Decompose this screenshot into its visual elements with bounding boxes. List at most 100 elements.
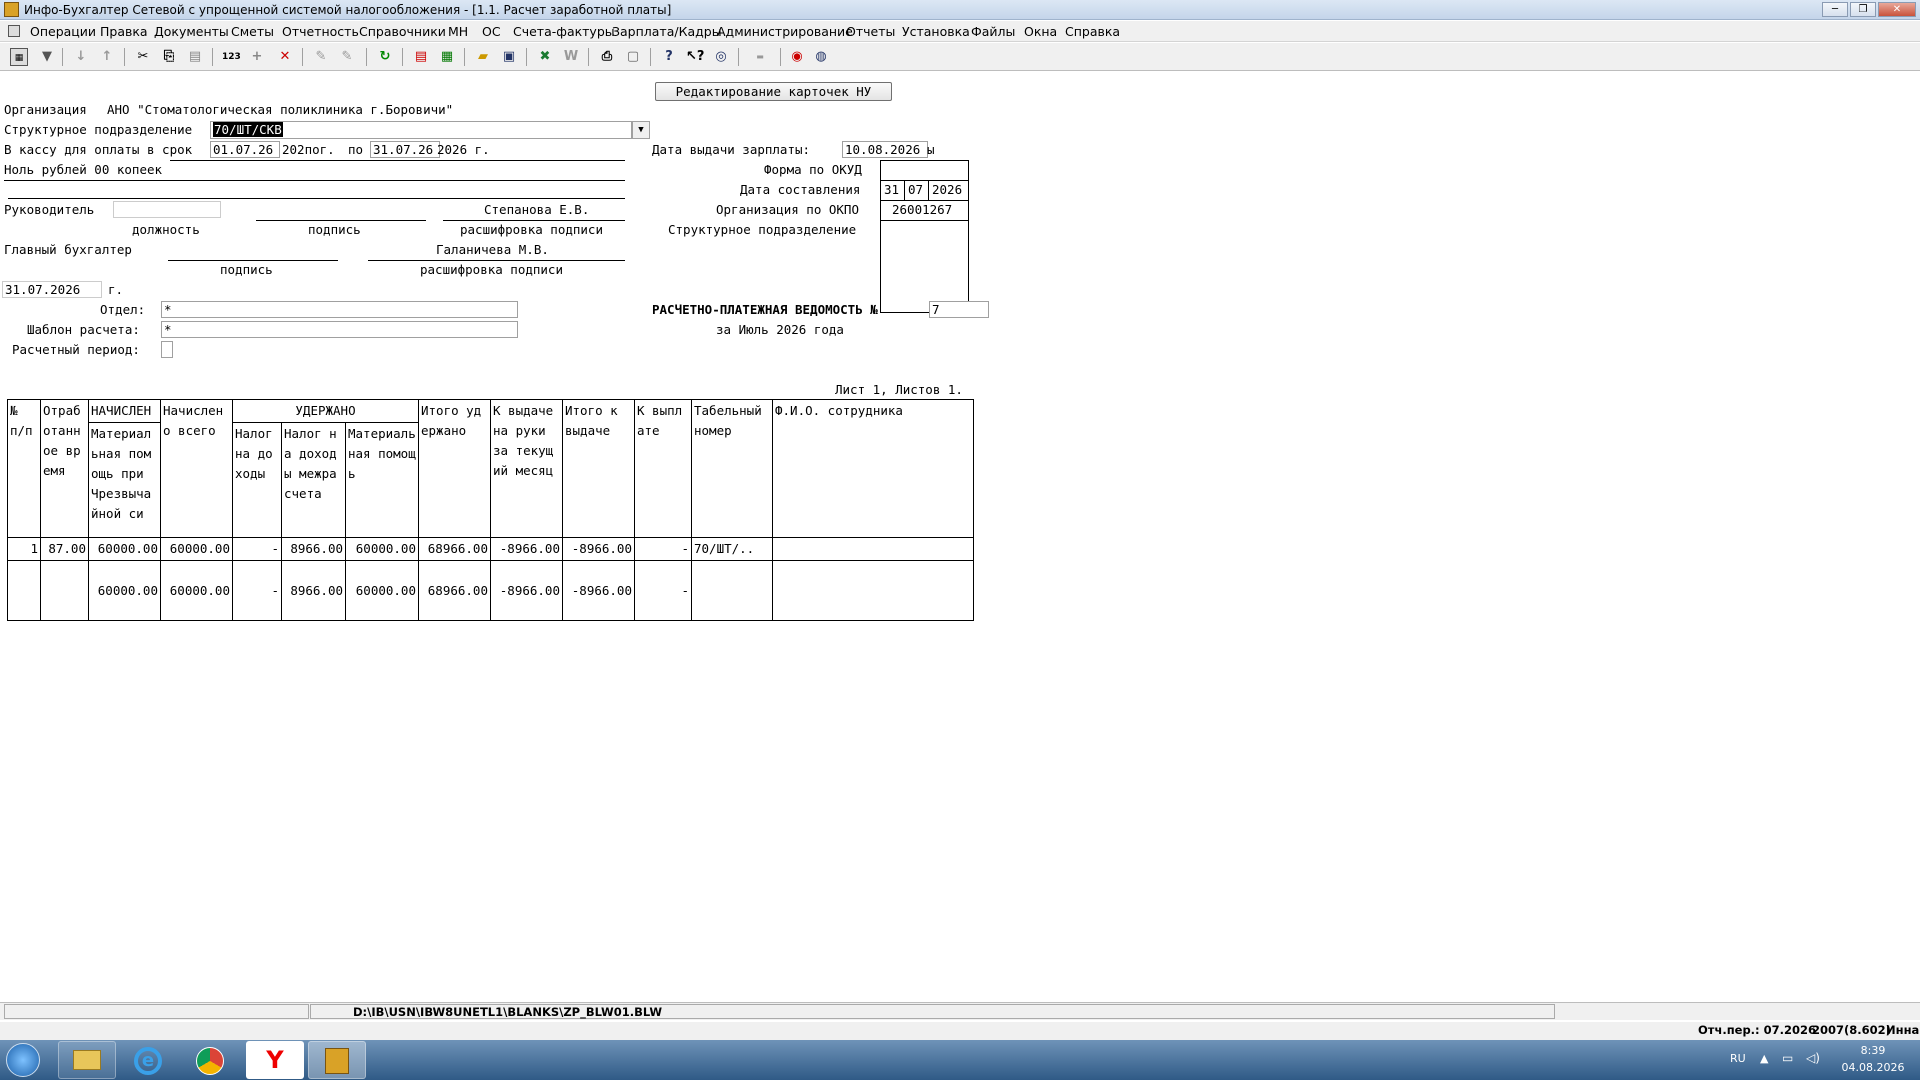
pay-date-label: Дата выдачи зарплаты: [652,142,811,157]
dept-select[interactable]: 70/ШТ/СКВ [210,121,632,139]
col-tax2: Налог на доходы межрасчета [281,422,346,538]
pencil-icon[interactable]: ✎ [312,48,330,66]
explorer-task[interactable] [58,1041,116,1079]
paste-icon[interactable]: ▤ [186,48,204,66]
context-help-icon[interactable]: ↖? [686,48,704,66]
statement-number-field[interactable]: 7 [929,301,989,318]
menu-files[interactable]: Файлы [971,24,1015,39]
report-period: Отч.пер.: 07.2026 [1698,1023,1817,1037]
payroll-table: № п/п Отработанное время НАЧИСЛЕН Начисл… [7,399,974,621]
decode-caption: расшифровка подписи [460,222,603,237]
save-icon[interactable]: ▣ [500,48,518,66]
date-from-field[interactable]: 01.07.26 [210,141,280,158]
menu-invoices[interactable]: Счета-фактуры [513,24,615,39]
clock-time[interactable]: 8:39 [1843,1044,1903,1057]
pay-date-field[interactable]: 10.08.2026 [842,141,928,158]
minimize-button[interactable]: ─ [1822,2,1848,17]
globe-icon[interactable]: ◍ [812,48,830,66]
lifebuoy-icon[interactable]: ◉ [788,48,806,66]
chief-name: Галаничева М.В. [436,242,549,257]
cell: -8966.00 [562,537,635,561]
otdel-field[interactable]: * [161,301,518,318]
period-field[interactable] [161,341,173,358]
report-icon[interactable]: ▬ [746,48,774,66]
compass-icon[interactable]: ◎ [712,48,730,66]
date-to-field[interactable]: 31.07.26 [370,141,440,158]
head-name: Степанова Е.В. [484,202,590,217]
okpo-value: 26001267 [892,202,953,217]
pencil-edit-icon[interactable]: ✎ [338,48,356,66]
table-row[interactable]: 1 87.00 60000.00 60000.00 - 8966.00 6000… [7,537,974,561]
po-label: по [348,142,364,157]
col-accrued-total: Начислено всего [160,399,233,538]
network-icon[interactable]: ▭ [1782,1051,1793,1065]
pdf-icon[interactable]: ▤ [412,48,430,66]
filter-icon[interactable]: ▼ [38,48,56,66]
refresh-icon[interactable]: ↻ [376,48,394,66]
clock-date[interactable]: 04.08.2026 [1835,1061,1911,1074]
chevron-down-icon[interactable]: ▼ [632,121,650,139]
cell: 87.00 [40,537,89,561]
menu-salary[interactable]: Зарплата/Кадры [612,24,722,39]
template-label: Шаблон расчета: [27,322,140,337]
template-field[interactable]: * [161,321,518,338]
menu-documents[interactable]: Документы [154,24,229,39]
col-withheld: УДЕРЖАНО [232,399,419,423]
menu-setup[interactable]: Установка [902,24,970,39]
add-icon[interactable]: + [248,48,266,66]
file-path: D:\IB\USN\IBW8UNETL1\BLANKS\ZP_BLW01.BLW [310,1004,1555,1019]
col-tax1: Налог на доходы [232,422,282,538]
system-menu-icon[interactable] [8,25,20,37]
word-icon[interactable]: W [562,48,580,66]
spreadsheet-icon[interactable]: ▦ [438,48,456,66]
toolbar: ▦ ▼ ↓ ↑ ✂ ⎘ ▤ 123 + ✕ ✎ ✎ ↻ ▤ ▦ ▰ ▣ ✖ W … [0,43,1920,71]
sort-desc-icon[interactable]: ↑ [98,48,116,66]
menu-directories[interactable]: Справочники [359,24,446,39]
sign-date-field[interactable]: 31.07.2026 [2,281,102,298]
cell: 60000.00 [160,560,233,621]
calculator-icon[interactable]: ▦ [10,48,28,66]
edit-cards-button[interactable]: Редактирование карточек НУ [655,82,892,101]
menu-reports[interactable]: Отчеты [846,24,895,39]
tray-arrow-icon[interactable]: ▲ [1760,1052,1768,1065]
otdel-label: Отдел: [100,302,146,317]
start-button[interactable] [6,1043,40,1077]
date-comp-month: 07 [908,182,924,197]
open-folder-icon[interactable]: ▰ [474,48,492,66]
menu-mn[interactable]: МН [448,24,468,39]
infobuh-task[interactable] [308,1041,366,1079]
copy-icon[interactable]: ⎘ [160,48,178,66]
excel-icon[interactable]: ✖ [536,48,554,66]
yandex-task[interactable]: Y [246,1041,304,1079]
preview-icon[interactable]: ▢ [624,48,642,66]
menu-admin[interactable]: Администрирование [717,24,853,39]
cut-icon[interactable]: ✂ [134,48,152,66]
language-indicator[interactable]: RU [1730,1052,1746,1065]
menu-edit[interactable]: Правка [100,24,148,39]
delete-icon[interactable]: ✕ [276,48,294,66]
volume-icon[interactable]: ◁) [1806,1051,1820,1065]
restore-button[interactable]: ❐ [1850,2,1876,17]
menu-os[interactable]: ОС [482,24,501,39]
menu-reporting[interactable]: Отчетность [282,24,359,39]
cell [772,560,974,621]
cell: - [232,560,282,621]
dept-select-value: 70/ШТ/СКВ [213,122,283,137]
cell: 8966.00 [281,560,346,621]
menu-windows[interactable]: Окна [1024,24,1057,39]
close-button[interactable]: ✕ [1878,2,1916,17]
cash-label: В кассу для оплаты в срок [4,142,193,157]
taskbar: e Y RU ▲ ▭ ◁) 8:39 04.08.2026 [0,1040,1920,1080]
chrome-task[interactable] [182,1041,240,1079]
menu-operations[interactable]: Операции [30,24,96,39]
cell: 60000.00 [88,560,161,621]
print-icon[interactable]: ⎙ [598,48,616,66]
menu-estimates[interactable]: Сметы [231,24,274,39]
menu-help[interactable]: Справка [1065,24,1120,39]
number-icon[interactable]: 123 [222,48,241,66]
sort-asc-icon[interactable]: ↓ [72,48,90,66]
ie-task[interactable]: e [120,1041,178,1079]
head-position-field[interactable] [113,201,221,218]
org-value: АНО "Стоматологическая поликлиника г.Бор… [107,102,454,117]
help-icon[interactable]: ? [660,48,678,66]
